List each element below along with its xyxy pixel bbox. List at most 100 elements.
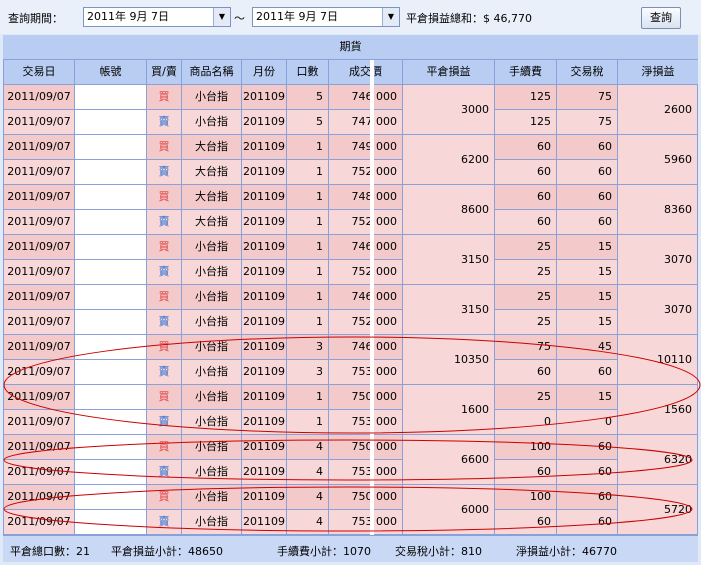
qty-cell: 4 <box>287 510 328 534</box>
side-cell: 賣 <box>147 260 181 284</box>
fee-cell: 60 <box>495 160 556 184</box>
month-cell: 201109 <box>242 260 286 284</box>
net-cell: 1560 <box>618 385 697 434</box>
month-cell: 201109 <box>242 135 286 159</box>
account-cell <box>75 410 146 434</box>
product-cell: 大台指 <box>182 135 241 159</box>
account-cell <box>75 135 146 159</box>
column-header[interactable]: 淨損益 <box>618 60 698 84</box>
column-header[interactable]: 口數 <box>287 60 328 84</box>
side-cell: 買 <box>147 385 181 409</box>
product-cell: 小台指 <box>182 110 241 134</box>
chevron-down-icon[interactable]: ▼ <box>213 8 230 26</box>
total-pnl-label: 平倉損益總和：$ 46,770 <box>406 12 532 25</box>
pnl-cell: 6000 <box>403 485 494 534</box>
account-cell <box>75 285 146 309</box>
product-cell: 小台指 <box>182 460 241 484</box>
side-cell: 買 <box>147 185 181 209</box>
product-cell: 小台指 <box>182 410 241 434</box>
pnl-subtotal: 平倉損益小計：48650 <box>111 545 223 558</box>
account-cell <box>75 510 146 534</box>
tax-cell: 60 <box>557 485 617 509</box>
futures-table: 期貨 交易日 帳號 買/賣 商品名稱 月份 口數 成交價 平倉損益 手續費 交易稅 淨損益 2011/0… <box>3 35 698 562</box>
column-header[interactable]: 交易日 <box>4 60 74 84</box>
total-qty: 平倉總口數：21 <box>10 545 90 558</box>
date-cell: 2011/09/07 <box>4 435 74 459</box>
column-header[interactable]: 商品名稱 <box>182 60 241 84</box>
tax-cell: 15 <box>557 260 617 284</box>
account-cell <box>75 310 146 334</box>
column-header[interactable]: 月份 <box>242 60 286 84</box>
date-cell: 2011/09/07 <box>4 135 74 159</box>
month-cell: 201109 <box>242 310 286 334</box>
qty-cell: 1 <box>287 160 328 184</box>
date-cell: 2011/09/07 <box>4 85 74 109</box>
product-cell: 小台指 <box>182 385 241 409</box>
column-header[interactable]: 帳號 <box>75 60 146 84</box>
pnl-cell: 10350 <box>403 335 494 384</box>
net-cell: 5960 <box>618 135 697 184</box>
account-cell <box>75 235 146 259</box>
product-cell: 小台指 <box>182 85 241 109</box>
fee-cell: 125 <box>495 85 556 109</box>
fee-cell: 25 <box>495 310 556 334</box>
product-cell: 小台指 <box>182 260 241 284</box>
fee-cell: 60 <box>495 360 556 384</box>
side-cell: 賣 <box>147 160 181 184</box>
price-cell: 753 000 <box>329 410 402 434</box>
date-cell: 2011/09/07 <box>4 510 74 534</box>
date-cell: 2011/09/07 <box>4 460 74 484</box>
date-cell: 2011/09/07 <box>4 260 74 284</box>
column-header[interactable]: 成交價 <box>329 60 402 84</box>
fee-cell: 25 <box>495 285 556 309</box>
price-cell: 753 000 <box>329 510 402 534</box>
tax-cell: 60 <box>557 435 617 459</box>
product-cell: 小台指 <box>182 235 241 259</box>
date-cell: 2011/09/07 <box>4 185 74 209</box>
month-cell: 201109 <box>242 335 286 359</box>
price-cell: 748 000 <box>329 185 402 209</box>
fee-cell: 100 <box>495 435 556 459</box>
side-cell: 賣 <box>147 360 181 384</box>
product-cell: 大台指 <box>182 210 241 234</box>
column-header[interactable]: 買/賣 <box>147 60 181 84</box>
column-header[interactable]: 手續費 <box>495 60 556 84</box>
column-header[interactable]: 平倉損益 <box>403 60 494 84</box>
side-cell: 賣 <box>147 410 181 434</box>
month-cell: 201109 <box>242 510 286 534</box>
date-cell: 2011/09/07 <box>4 210 74 234</box>
month-cell: 201109 <box>242 285 286 309</box>
account-cell <box>75 460 146 484</box>
side-cell: 買 <box>147 285 181 309</box>
product-cell: 小台指 <box>182 310 241 334</box>
product-cell: 小台指 <box>182 360 241 384</box>
product-cell: 大台指 <box>182 160 241 184</box>
query-toolbar: 查詢期間： 2011年 9月 7日 ▼ ～ 2011年 9月 7日 ▼ 平倉損益… <box>0 0 701 34</box>
net-cell: 2600 <box>618 85 697 134</box>
date-cell: 2011/09/07 <box>4 410 74 434</box>
side-cell: 買 <box>147 235 181 259</box>
price-cell: 746 000 <box>329 85 402 109</box>
fee-cell: 75 <box>495 335 556 359</box>
date-cell: 2011/09/07 <box>4 310 74 334</box>
chevron-down-icon[interactable]: ▼ <box>382 8 399 26</box>
price-cell: 752 000 <box>329 210 402 234</box>
qty-cell: 1 <box>287 310 328 334</box>
date-cell: 2011/09/07 <box>4 160 74 184</box>
net-cell: 10110 <box>618 335 697 384</box>
qty-cell: 4 <box>287 435 328 459</box>
month-cell: 201109 <box>242 85 286 109</box>
side-cell: 買 <box>147 135 181 159</box>
column-header[interactable]: 交易稅 <box>557 60 617 84</box>
qty-cell: 5 <box>287 85 328 109</box>
account-cell <box>75 335 146 359</box>
product-cell: 小台指 <box>182 335 241 359</box>
start-date-select[interactable]: 2011年 9月 7日 ▼ <box>83 7 231 27</box>
query-button[interactable]: 查詢 <box>641 7 681 29</box>
price-cell: 753 000 <box>329 360 402 384</box>
price-cell: 747 000 <box>329 110 402 134</box>
tax-cell: 60 <box>557 510 617 534</box>
pnl-cell: 3000 <box>403 85 494 134</box>
end-date-select[interactable]: 2011年 9月 7日 ▼ <box>252 7 400 27</box>
product-cell: 小台指 <box>182 485 241 509</box>
